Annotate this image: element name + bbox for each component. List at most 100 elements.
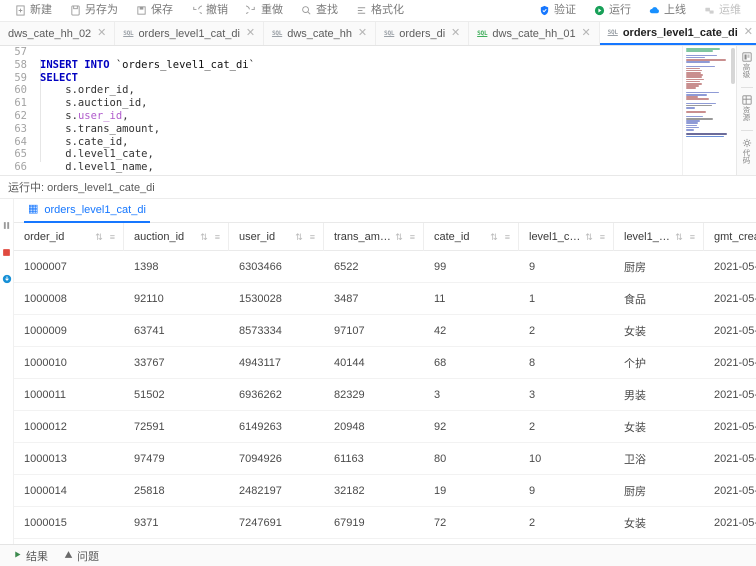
ops-button[interactable]: 运维: [695, 1, 750, 21]
table-cell-cate_id[interactable]: 80: [424, 443, 519, 474]
download-icon[interactable]: [2, 273, 12, 287]
column-header-order_id[interactable]: order_id ⇅ ≡: [14, 223, 124, 251]
column-menu-icon[interactable]: ≡: [410, 232, 415, 242]
table-cell-user_id[interactable]: 2482197: [229, 475, 324, 506]
table-cell-trans_amount[interactable]: 20948: [324, 411, 424, 442]
table-cell-gmt_create[interactable]: 2021-05-13 18: [704, 283, 756, 314]
table-cell-cate_id[interactable]: 3: [424, 379, 519, 410]
table-cell-auction_id[interactable]: 92110: [124, 283, 229, 314]
table-cell-user_id[interactable]: 6936262: [229, 379, 324, 410]
table-row[interactable]: 100000963741857333497107422女装2021-05-13 …: [14, 315, 756, 347]
sort-icon[interactable]: ⇅: [95, 232, 103, 242]
close-icon[interactable]: ✕: [581, 28, 592, 39]
table-cell-trans_amount[interactable]: 32182: [324, 475, 424, 506]
column-menu-icon[interactable]: ≡: [215, 232, 220, 242]
table-cell-user_id[interactable]: 6303466: [229, 251, 324, 282]
table-cell-gmt_create[interactable]: 2021-05-13 18: [704, 251, 756, 282]
editor-minimap[interactable]: [682, 46, 736, 175]
sort-icon[interactable]: ⇅: [200, 232, 208, 242]
table-cell-order_id[interactable]: 1000008: [14, 283, 124, 314]
table-cell-cate_id[interactable]: 92: [424, 411, 519, 442]
table-cell-trans_amount[interactable]: 6522: [324, 251, 424, 282]
rail-item-advanced[interactable]: 高级: [741, 50, 752, 82]
redo-button[interactable]: 重做: [237, 1, 292, 21]
column-menu-icon[interactable]: ≡: [600, 232, 605, 242]
close-icon[interactable]: ✕: [96, 28, 107, 39]
table-cell-level1_cate_1[interactable]: 9: [519, 475, 614, 506]
table-cell-level1_cate_2[interactable]: 食品: [614, 283, 704, 314]
table-cell-order_id[interactable]: 1000012: [14, 411, 124, 442]
table-cell-auction_id[interactable]: 97479: [124, 443, 229, 474]
table-cell-auction_id[interactable]: 25818: [124, 475, 229, 506]
table-row[interactable]: 10000115150269362628232933男装2021-05-13 1…: [14, 379, 756, 411]
column-header-level1_cate_2[interactable]: level1_cate…⇅≡: [614, 223, 704, 251]
table-cell-gmt_create[interactable]: 2021-05-13 18: [704, 443, 756, 474]
close-icon[interactable]: ✕: [450, 28, 461, 39]
table-cell-cate_id[interactable]: 99: [424, 251, 519, 282]
save-button[interactable]: 保存: [127, 1, 182, 21]
table-cell-user_id[interactable]: 8573334: [229, 315, 324, 346]
table-cell-level1_cate_1[interactable]: 8: [519, 347, 614, 378]
table-cell-user_id[interactable]: 7247691: [229, 507, 324, 538]
sort-icon[interactable]: ⇅: [585, 232, 593, 242]
table-row[interactable]: 10000159371724769167919722女装2021-05-13 1…: [14, 507, 756, 539]
column-header-trans_amount[interactable]: trans_amount⇅≡: [324, 223, 424, 251]
table-cell-level1_cate_1[interactable]: 10: [519, 443, 614, 474]
column-header-cate_id[interactable]: cate_id ⇅ ≡: [424, 223, 519, 251]
verify-button[interactable]: 验证: [530, 1, 585, 21]
close-icon[interactable]: ✕: [245, 28, 256, 39]
table-cell-auction_id[interactable]: 63741: [124, 315, 229, 346]
table-cell-level1_cate_2[interactable]: 女装: [614, 315, 704, 346]
table-cell-order_id[interactable]: 1000013: [14, 443, 124, 474]
table-cell-order_id[interactable]: 1000010: [14, 347, 124, 378]
rail-item-resources[interactable]: 资源: [741, 93, 752, 125]
stop-icon[interactable]: [2, 246, 11, 260]
tab-orders_di[interactable]: SQL orders_di ✕: [376, 22, 470, 45]
result-table-body[interactable]: 1000007139863034666522999厨房2021-05-13 18…: [14, 251, 756, 544]
bottom-tab-results[interactable]: 结果: [6, 548, 55, 564]
column-menu-icon[interactable]: ≡: [310, 232, 315, 242]
table-cell-order_id[interactable]: 1000014: [14, 475, 124, 506]
column-menu-icon[interactable]: ≡: [110, 232, 115, 242]
table-cell-level1_cate_2[interactable]: 个护: [614, 347, 704, 378]
sql-editor[interactable]: 57 58 INSERT INTO `orders_level1_cat_di` 59…: [0, 46, 756, 176]
table-cell-level1_cate_2[interactable]: 卫浴: [614, 443, 704, 474]
table-cell-order_id[interactable]: 1000007: [14, 251, 124, 282]
table-cell-gmt_create[interactable]: 2021-05-13 18: [704, 507, 756, 538]
table-cell-trans_amount[interactable]: 3487: [324, 283, 424, 314]
close-icon[interactable]: ✕: [357, 28, 368, 39]
result-tab-orders_level1_cat_di[interactable]: ▦ orders_level1_cat_di: [24, 199, 150, 223]
bottom-tab-problems[interactable]: 问题: [57, 548, 106, 564]
table-cell-trans_amount[interactable]: 82329: [324, 379, 424, 410]
table-cell-cate_id[interactable]: 72: [424, 507, 519, 538]
publish-button[interactable]: 上线: [640, 1, 695, 21]
table-cell-level1_cate_1[interactable]: 3: [519, 379, 614, 410]
table-cell-level1_cate_1[interactable]: 2: [519, 411, 614, 442]
table-cell-auction_id[interactable]: 51502: [124, 379, 229, 410]
table-cell-level1_cate_1[interactable]: 9: [519, 251, 614, 282]
sort-icon[interactable]: ⇅: [675, 232, 683, 242]
column-header-user_id[interactable]: user_id ⇅ ≡: [229, 223, 324, 251]
table-cell-cate_id[interactable]: 11: [424, 283, 519, 314]
table-cell-gmt_create[interactable]: 2021-05-13 18: [704, 347, 756, 378]
table-cell-auction_id[interactable]: 9371: [124, 507, 229, 538]
table-cell-user_id[interactable]: 1530028: [229, 283, 324, 314]
tab-dws_cate_hh_02[interactable]: dws_cate_hh_02 ✕: [0, 22, 116, 45]
code-lines[interactable]: 57 58 INSERT INTO `orders_level1_cat_di` 59…: [0, 46, 682, 174]
table-cell-auction_id[interactable]: 72591: [124, 411, 229, 442]
editor-scrollbar[interactable]: [731, 46, 736, 175]
table-row[interactable]: 10000089211015300283487111食品2021-05-13 1…: [14, 283, 756, 315]
table-cell-level1_cate_1[interactable]: 1: [519, 283, 614, 314]
table-cell-level1_cate_1[interactable]: 2: [519, 315, 614, 346]
table-cell-user_id[interactable]: 4943117: [229, 347, 324, 378]
sort-icon[interactable]: ⇅: [395, 232, 403, 242]
table-cell-cate_id[interactable]: 19: [424, 475, 519, 506]
table-cell-order_id[interactable]: 1000011: [14, 379, 124, 410]
column-menu-icon[interactable]: ≡: [505, 232, 510, 242]
tab-orders_level1_cat_di[interactable]: SQL orders_level1_cat_di ✕: [115, 22, 264, 45]
code-area[interactable]: 57 58 INSERT INTO `orders_level1_cat_di` 59…: [0, 46, 682, 175]
table-cell-trans_amount[interactable]: 97107: [324, 315, 424, 346]
format-button[interactable]: 格式化: [347, 1, 413, 21]
editor-scroll-thumb[interactable]: [731, 48, 735, 84]
rail-item-code[interactable]: 代码: [742, 136, 752, 168]
